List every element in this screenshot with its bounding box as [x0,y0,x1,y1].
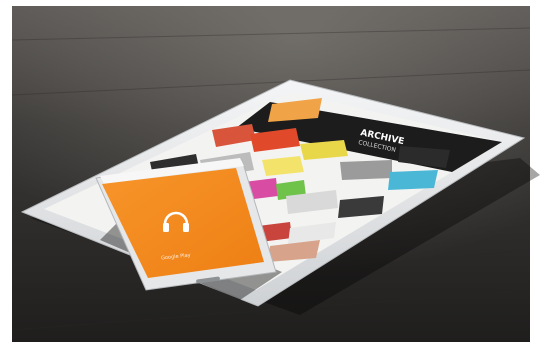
album-tile [388,170,438,190]
photo-canvas: ARCHIVE COLLECTION Google Play [0,0,544,352]
photo-scene: ARCHIVE COLLECTION Google Play [0,0,544,352]
album-tile [340,160,392,180]
